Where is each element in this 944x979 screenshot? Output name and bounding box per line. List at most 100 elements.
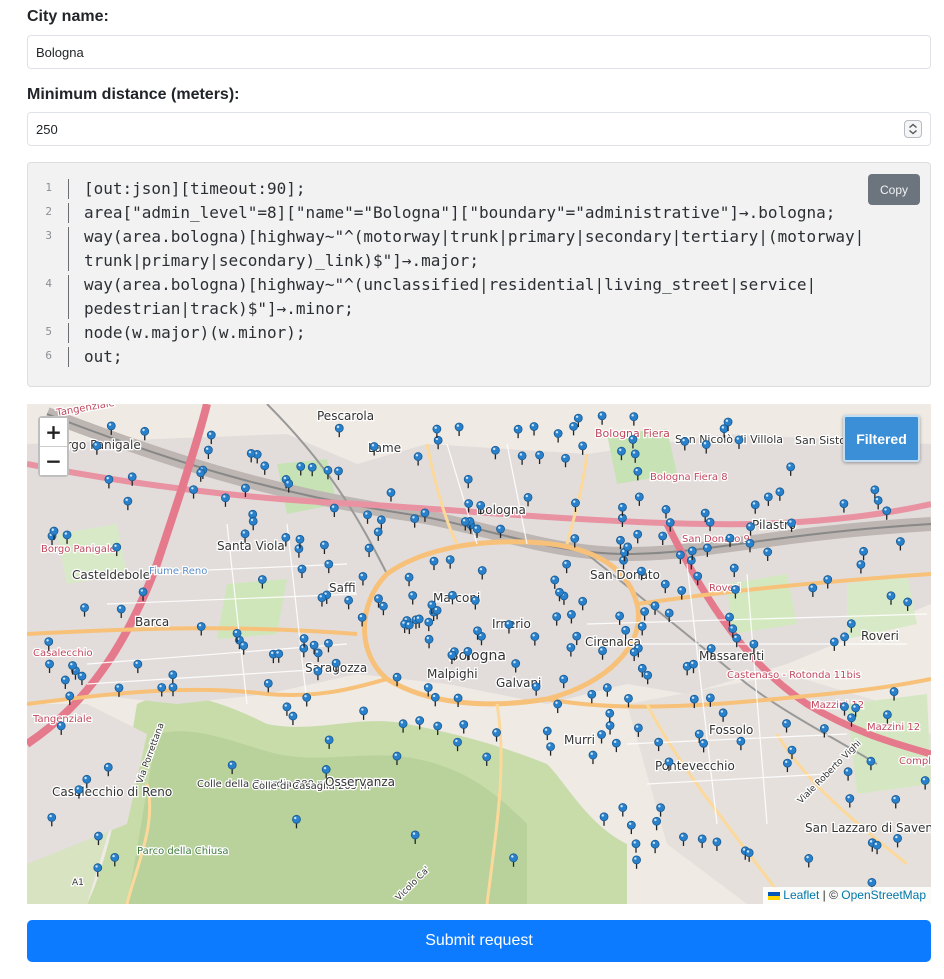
map-marker-pin[interactable] [472,524,482,538]
map-marker-pin[interactable] [597,411,607,425]
map-marker-pin[interactable] [334,423,344,438]
map-marker-pin[interactable] [317,593,327,607]
map-marker-pin[interactable] [246,448,256,463]
map-marker-pin[interactable] [746,522,755,536]
map-marker-pin[interactable] [460,517,470,531]
map-marker-pin[interactable] [675,550,685,564]
map-marker-pin[interactable] [712,837,722,851]
map-marker-pin[interactable] [140,426,150,441]
map-marker-pin[interactable] [624,694,633,708]
map-marker-pin[interactable] [856,560,866,574]
map-marker-pin[interactable] [819,724,829,738]
map-marker-pin[interactable] [274,649,284,663]
map-marker-pin[interactable] [552,612,562,626]
map-marker-pin[interactable] [677,586,687,600]
map-marker-pin[interactable] [168,682,178,697]
map-marker-pin[interactable] [324,559,334,574]
map-marker-pin[interactable] [513,424,523,439]
map-marker-pin[interactable] [763,547,773,561]
map-marker-pin[interactable] [424,617,434,632]
map-marker-pin[interactable] [511,659,521,673]
map-marker-pin[interactable] [629,647,639,662]
map-marker-pin[interactable] [598,646,607,660]
map-marker-pin[interactable] [324,735,334,749]
map-marker-pin[interactable] [529,422,539,436]
map-marker-pin[interactable] [661,505,671,519]
map-marker-pin[interactable] [288,711,298,726]
map-marker-pin[interactable] [429,556,439,571]
map-marker-pin[interactable] [731,585,740,599]
map-marker-pin[interactable] [386,488,396,502]
map-marker-pin[interactable] [410,830,420,844]
map-marker-pin[interactable] [80,603,89,617]
map-marker-pin[interactable] [248,516,258,531]
map-marker-pin[interactable] [369,442,379,456]
map-marker-pin[interactable] [693,571,703,586]
map-marker-pin[interactable] [491,445,500,460]
map-marker-pin[interactable] [477,566,487,580]
map-marker-pin[interactable] [313,666,323,681]
map-marker-pin[interactable] [823,575,833,589]
map-marker-pin[interactable] [597,730,606,744]
map-marker-pin[interactable] [732,633,742,648]
map-marker-pin[interactable] [845,794,855,808]
openstreetmap-link[interactable]: OpenStreetMap [841,888,926,902]
map-marker-pin[interactable] [517,451,527,465]
map-marker-pin[interactable] [430,692,440,707]
map-marker-pin[interactable] [886,591,896,605]
map-marker-pin[interactable] [621,625,631,640]
map-marker-pin[interactable] [628,435,638,449]
map-marker-pin[interactable] [523,492,533,507]
map-marker-pin[interactable] [470,596,480,610]
map-marker-pin[interactable] [239,641,249,655]
map-marker-pin[interactable] [297,564,307,578]
map-marker-pin[interactable] [599,812,609,826]
map-marker-pin[interactable] [307,462,317,477]
map-marker-pin[interactable] [313,648,323,662]
map-marker-pin[interactable] [702,543,712,557]
map-marker-pin[interactable] [542,726,552,741]
map-marker-pin[interactable] [535,450,544,465]
map-marker-pin[interactable] [569,421,578,436]
map-marker-pin[interactable] [605,708,615,723]
map-marker-pin[interactable] [615,611,625,625]
map-marker-pin[interactable] [196,622,206,636]
min-distance-input[interactable] [27,112,931,146]
map-marker-pin[interactable] [94,831,103,846]
map-marker-pin[interactable] [114,683,124,697]
map-marker-pin[interactable] [616,535,625,550]
map-marker-pin[interactable] [292,814,301,829]
map-marker-pin[interactable] [410,514,420,528]
map-marker-pin[interactable] [920,776,930,790]
map-marker-pin[interactable] [168,670,178,684]
map-marker-pin[interactable] [423,683,433,697]
map-marker-pin[interactable] [93,863,103,877]
map-marker-pin[interactable] [680,437,690,451]
map-marker-pin[interactable] [745,538,755,553]
map-marker-pin[interactable] [357,613,367,627]
map-marker-pin[interactable] [45,659,54,673]
map-marker-pin[interactable] [561,453,570,468]
map-marker-pin[interactable] [404,620,414,635]
map-marker-pin[interactable] [701,440,711,454]
map-marker-pin[interactable] [463,474,473,489]
map-marker-pin[interactable] [546,742,555,756]
map-marker-pin[interactable] [482,752,492,766]
map-marker-pin[interactable] [284,479,294,493]
map-marker-pin[interactable] [734,435,744,449]
map-marker-pin[interactable] [699,738,709,753]
map-marker-pin[interactable] [840,632,849,646]
map-marker-pin[interactable] [559,674,569,689]
map-marker-pin[interactable] [433,435,443,450]
map-marker-pin[interactable] [424,634,434,649]
map-marker-pin[interactable] [364,543,374,558]
zoom-in-button[interactable]: + [40,418,67,446]
map-marker-pin[interactable] [116,604,126,618]
map-marker-pin[interactable] [718,708,728,722]
map-marker-pin[interactable] [92,441,102,455]
map-marker-pin[interactable] [658,531,668,545]
map-marker-pin[interactable] [808,583,818,597]
map-marker-pin[interactable] [903,597,913,611]
map-marker-pin[interactable] [846,619,856,633]
map-marker-pin[interactable] [553,429,563,443]
